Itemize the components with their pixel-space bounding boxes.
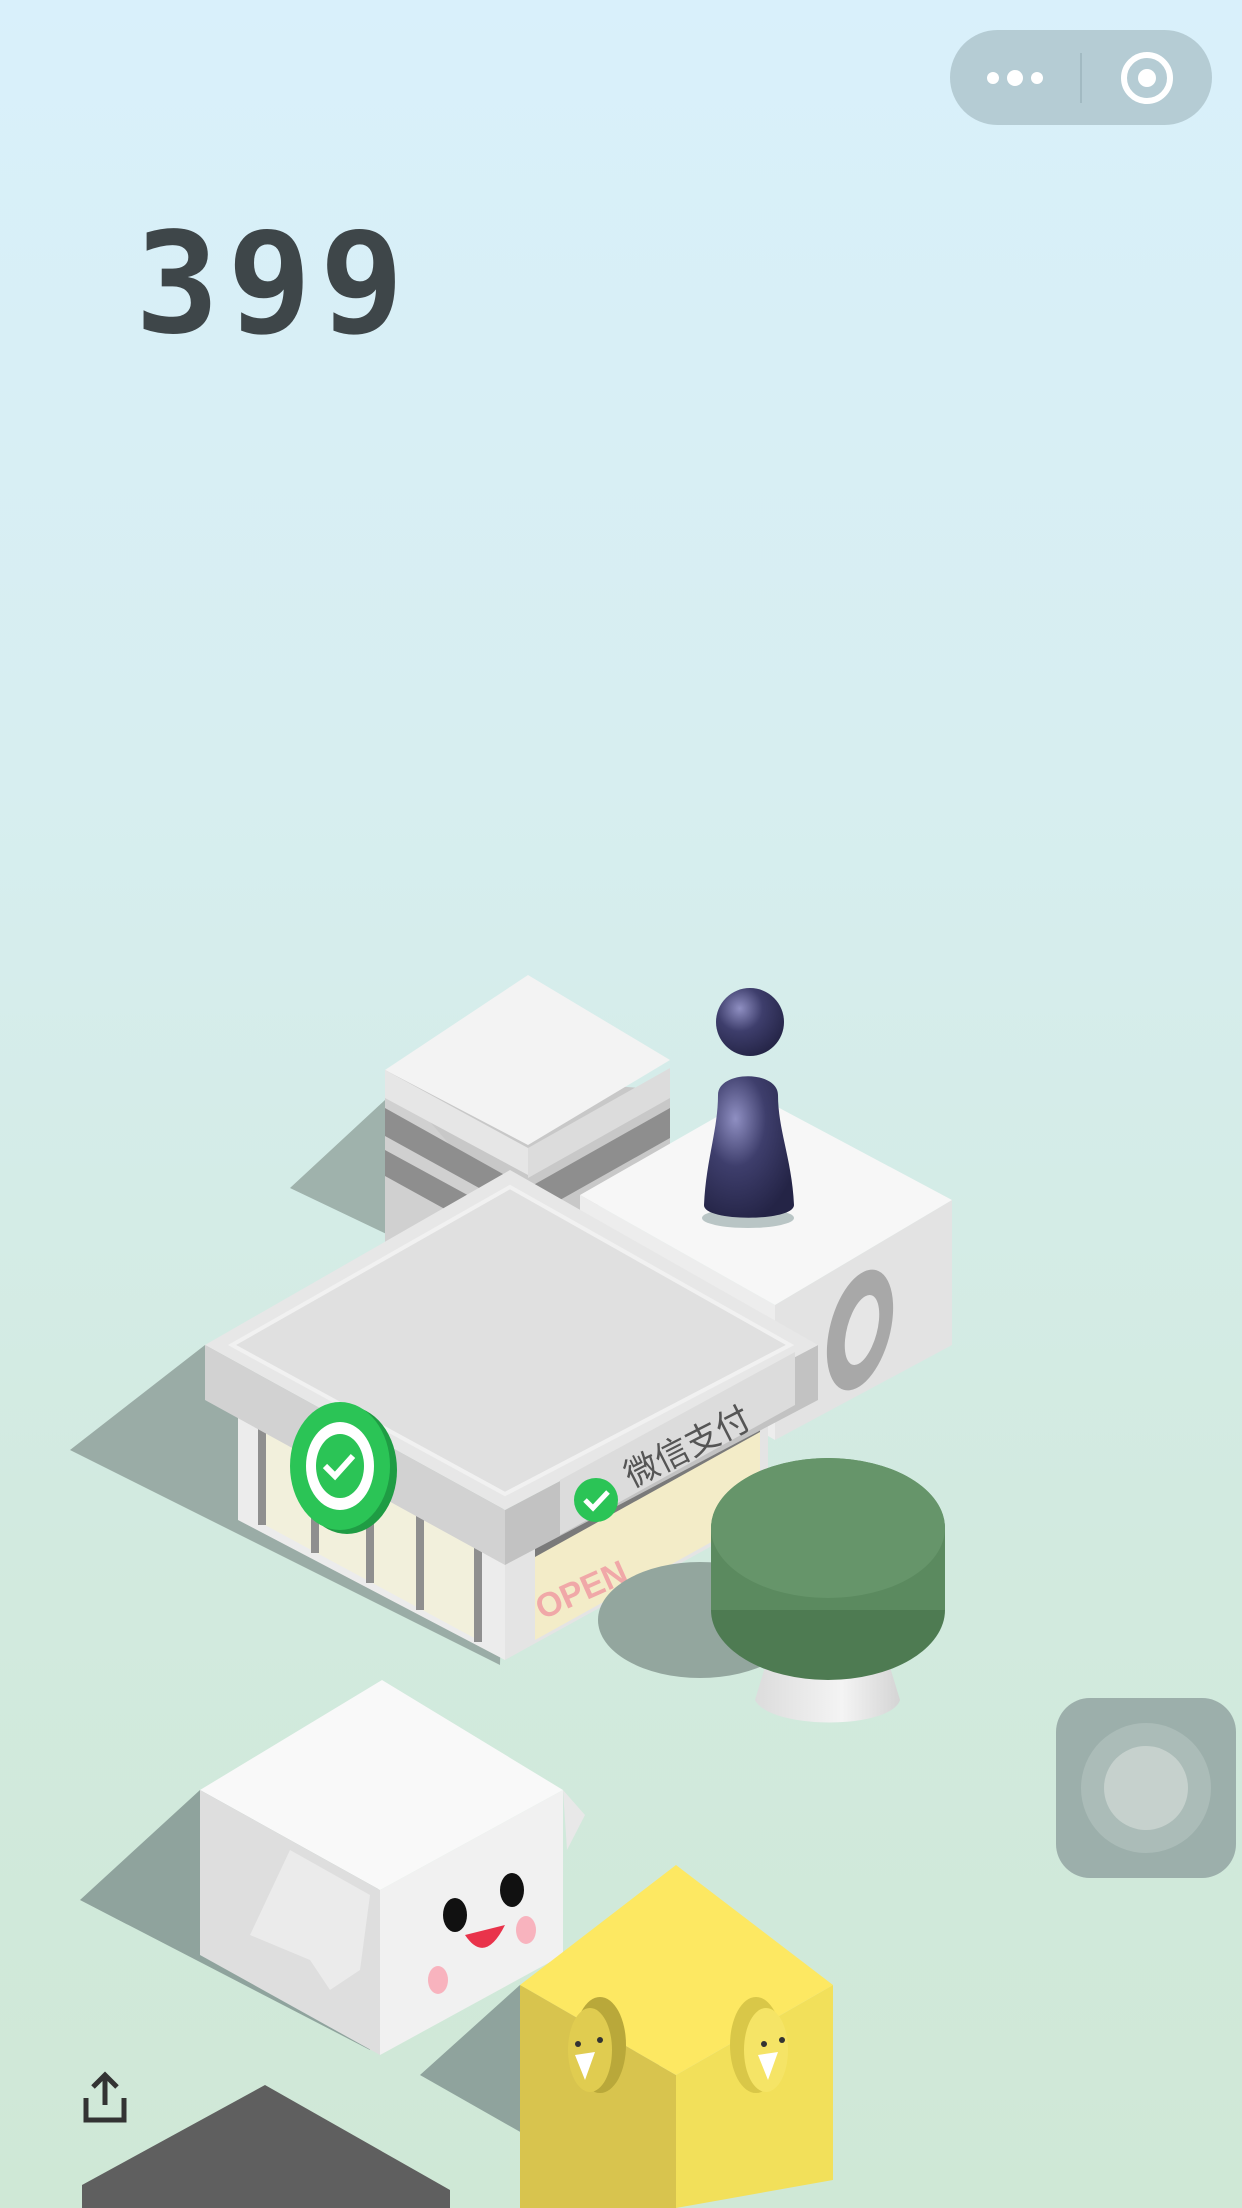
more-dots-icon <box>987 69 1043 86</box>
score-counter: 399 <box>135 203 412 366</box>
press-button-icon <box>1104 1746 1188 1830</box>
game-stage: OPEN 微信支付 399 <box>0 0 1242 2208</box>
player-piece <box>702 988 794 1228</box>
close-button[interactable] <box>1082 30 1212 125</box>
target-close-icon <box>1121 51 1173 104</box>
share-icon <box>83 2071 127 2123</box>
share-button[interactable] <box>80 2070 130 2125</box>
press-button[interactable] <box>1056 1698 1236 1878</box>
wechat-pay-icon <box>574 1478 618 1522</box>
more-button[interactable] <box>950 30 1080 125</box>
mini-program-capsule <box>950 30 1212 125</box>
dark-block <box>82 2085 450 2208</box>
